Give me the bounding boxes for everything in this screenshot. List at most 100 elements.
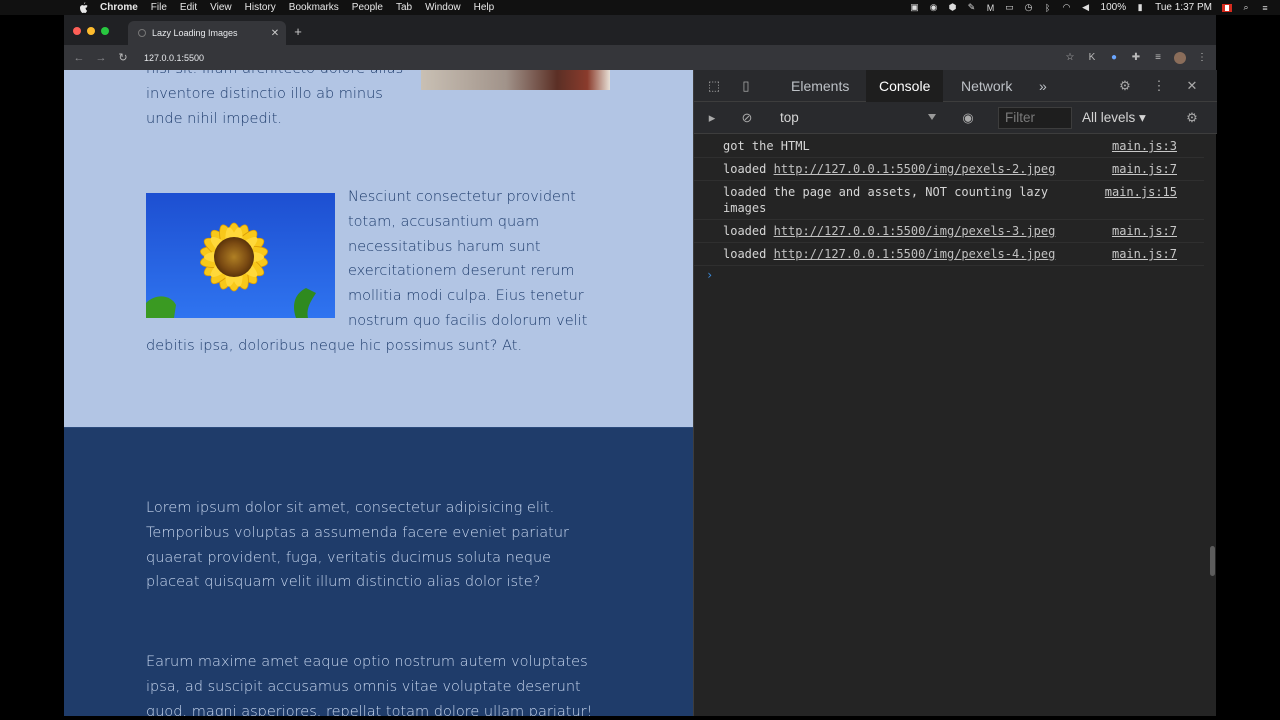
console-source-link[interactable]: main.js:15 <box>1105 184 1177 200</box>
console-message-text: loaded the page and assets, NOT counting… <box>723 185 1056 215</box>
console-message: loaded http://127.0.0.1:5500/img/pexels-… <box>694 158 1204 181</box>
log-levels-dropdown[interactable]: All levels ▾ <box>1082 110 1146 126</box>
menu-bookmarks[interactable]: Bookmarks <box>289 2 339 13</box>
dark-paragraph-1: Lorem ipsum dolor sit amet, consectetur … <box>146 500 569 591</box>
console-message-text: loaded http://127.0.0.1:5500/img/pexels-… <box>723 247 1056 261</box>
tab-strip: Lazy Loading Images ✕ + <box>64 15 1216 45</box>
inspect-element-icon[interactable]: ⬚ <box>706 78 722 94</box>
bookmark-star-icon[interactable]: ☆ <box>1064 52 1076 64</box>
extension-circle-icon[interactable]: ● <box>1108 52 1120 64</box>
spotlight-search-icon[interactable]: ⌕ <box>1241 2 1251 12</box>
browser-tab-active[interactable]: Lazy Loading Images ✕ <box>128 21 286 45</box>
more-tabs-button[interactable]: » <box>1039 70 1047 102</box>
sidebar-toggle-icon[interactable]: ▸ <box>704 110 720 126</box>
battery-icon[interactable]: ▮ <box>1135 2 1145 12</box>
notification-center-icon[interactable]: ≡ <box>1260 3 1270 13</box>
dark-paragraph-2: Earum maxime amet eaque optio nostrum au… <box>146 654 593 716</box>
top-paragraph-fragment: nisi sit. Illum architecto dolore alias … <box>146 70 403 127</box>
volume-icon[interactable]: ◀ <box>1081 2 1091 12</box>
console-filter-input[interactable]: Filter <box>998 107 1072 129</box>
screen-record-icon[interactable]: ▣ <box>910 2 920 12</box>
console-source-link[interactable]: main.js:7 <box>1112 246 1177 262</box>
tab-network[interactable]: Network <box>961 70 1012 102</box>
tab-console[interactable]: Console <box>866 70 944 102</box>
new-tab-button[interactable]: + <box>291 24 305 39</box>
reload-button[interactable]: ↻ <box>112 48 134 68</box>
browser-toolbar: ← → ↻ 127.0.0.1:5500 ☆ K ● ✚ ≡ ⋮ <box>64 45 1216 70</box>
extension-k-icon[interactable]: K <box>1086 52 1098 64</box>
devtools-tab-bar: ⬚ ▯ Elements Console Network » ⚙ ⋮ ✕ <box>694 70 1217 102</box>
address-bar[interactable]: 127.0.0.1:5500 <box>144 48 1054 68</box>
tab-elements[interactable]: Elements <box>791 70 849 102</box>
settings-gear-icon[interactable]: ⚙ <box>1117 78 1133 94</box>
wifi-icon[interactable]: ◠ <box>1062 2 1072 12</box>
close-window-button[interactable] <box>73 27 81 35</box>
console-toolbar: ▸ ⊘ top ◉ Filter All levels ▾ ⚙ <box>694 102 1217 134</box>
light-section: nisi sit. Illum architecto dolore alias … <box>64 70 693 427</box>
menu-file[interactable]: File <box>151 2 167 13</box>
console-url-link[interactable]: http://127.0.0.1:5500/img/pexels-4.jpeg <box>774 247 1056 261</box>
devtools-panel: ⬚ ▯ Elements Console Network » ⚙ ⋮ ✕ ▸ ⊘… <box>693 70 1217 716</box>
console-message: loaded http://127.0.0.1:5500/img/pexels-… <box>694 220 1204 243</box>
minimize-window-button[interactable] <box>87 27 95 35</box>
device-toolbar-icon[interactable]: ▯ <box>738 78 754 94</box>
console-message: loaded the page and assets, NOT counting… <box>694 181 1204 220</box>
console-prompt[interactable]: › <box>694 266 1204 288</box>
console-source-link[interactable]: main.js:7 <box>1112 223 1177 239</box>
menu-edit[interactable]: Edit <box>180 2 197 13</box>
console-source-link[interactable]: main.js:3 <box>1112 138 1177 154</box>
back-button[interactable]: ← <box>68 48 90 68</box>
gmail-icon[interactable]: M <box>986 3 996 13</box>
extensions-puzzle-icon[interactable]: ✚ <box>1130 52 1142 64</box>
clear-console-icon[interactable]: ⊘ <box>739 110 755 126</box>
dark-section: Lorem ipsum dolor sit amet, consectetur … <box>64 427 693 716</box>
context-selector[interactable]: top <box>780 110 936 126</box>
menu-window[interactable]: Window <box>425 2 461 13</box>
tab-title: Lazy Loading Images <box>152 28 238 38</box>
menu-clock[interactable]: Tue 1:37 PM <box>1155 2 1212 13</box>
context-selector-label: top <box>780 110 799 125</box>
reading-list-icon[interactable]: ≡ <box>1152 52 1164 64</box>
battery-percent: 100% <box>1100 2 1127 13</box>
sunflower-image <box>146 193 335 318</box>
airplay-icon[interactable]: ▭ <box>1005 2 1015 12</box>
input-source-flag-icon[interactable] <box>1222 3 1232 12</box>
console-url-link[interactable]: http://127.0.0.1:5500/img/pexels-3.jpeg <box>774 224 1056 238</box>
filter-placeholder: Filter <box>1005 110 1035 125</box>
profile-avatar[interactable] <box>1174 51 1186 64</box>
tab-close-icon[interactable]: ✕ <box>268 28 282 39</box>
console-message: got the HTML main.js:3 <box>694 135 1204 158</box>
console-message-text: got the HTML <box>723 139 810 153</box>
toolbar-icons: ☆ K ● ✚ ≡ ⋮ <box>1054 51 1208 64</box>
chrome-menu-icon[interactable]: ⋮ <box>1196 52 1208 64</box>
menu-view[interactable]: View <box>210 2 232 13</box>
prompt-chevron-icon: › <box>706 268 714 282</box>
favicon-icon <box>138 29 146 37</box>
menu-people[interactable]: People <box>352 2 383 13</box>
menu-help[interactable]: Help <box>474 2 495 13</box>
menu-history[interactable]: History <box>245 2 276 13</box>
status-menus: ▣ ◉ ⬢ ✎ M ▭ ◷ ᛒ ◠ ◀ 100% ▮ Tue 1:37 PM ⌕… <box>901 0 1270 15</box>
shield-icon[interactable]: ⬢ <box>948 2 958 12</box>
time-machine-icon[interactable]: ◷ <box>1024 2 1034 12</box>
console-message: loaded http://127.0.0.1:5500/img/pexels-… <box>694 243 1204 266</box>
pen-icon[interactable]: ✎ <box>967 2 977 12</box>
context-dropdown-arrow-icon <box>928 114 936 120</box>
apple-logo-icon[interactable] <box>76 2 90 13</box>
page-viewport: nisi sit. Illum architecto dolore alias … <box>64 70 693 716</box>
menu-tab[interactable]: Tab <box>396 2 412 13</box>
window-controls <box>73 27 115 35</box>
page-scrollbar-thumb[interactable] <box>1210 546 1215 576</box>
live-expression-eye-icon[interactable]: ◉ <box>960 110 976 126</box>
forward-button[interactable]: → <box>90 48 112 68</box>
console-url-link[interactable]: http://127.0.0.1:5500/img/pexels-2.jpeg <box>774 162 1056 176</box>
sync-icon[interactable]: ◉ <box>929 2 939 12</box>
bluetooth-icon[interactable]: ᛒ <box>1043 3 1053 13</box>
devtools-menu-icon[interactable]: ⋮ <box>1151 78 1167 94</box>
menu-chrome[interactable]: Chrome <box>100 2 138 13</box>
zoom-window-button[interactable] <box>101 27 109 35</box>
address-bar-url: 127.0.0.1:5500 <box>144 52 205 63</box>
close-devtools-icon[interactable]: ✕ <box>1184 78 1200 94</box>
console-settings-gear-icon[interactable]: ⚙ <box>1184 110 1200 126</box>
console-source-link[interactable]: main.js:7 <box>1112 161 1177 177</box>
